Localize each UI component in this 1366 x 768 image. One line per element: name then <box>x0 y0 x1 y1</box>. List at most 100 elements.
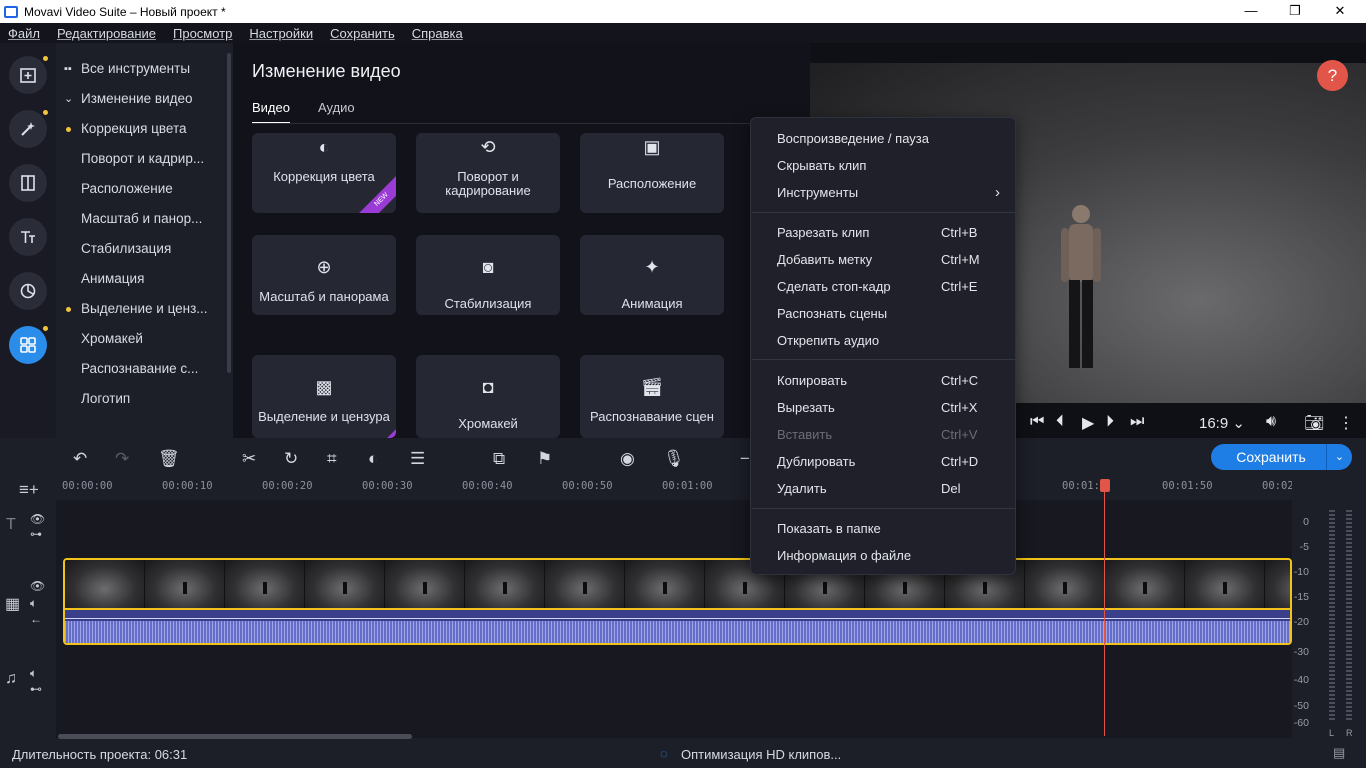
category-position[interactable]: Расположение <box>56 174 233 204</box>
menu-file[interactable]: Файл <box>8 26 40 41</box>
crop-icon[interactable]: ⌗ <box>327 449 337 469</box>
delete-icon[interactable]: 🗑︎ <box>158 449 180 469</box>
mute-speaker-icon[interactable]: 🔈︎ <box>30 596 37 611</box>
tile-stabilization[interactable]: ◙ Стабилизация <box>416 235 560 315</box>
titles-button[interactable] <box>9 218 47 256</box>
close-button[interactable]: ✕ <box>1317 0 1363 23</box>
menu-item-delete[interactable]: Удалить Del <box>777 481 1007 501</box>
playhead[interactable] <box>1104 486 1105 736</box>
tile-chromakey[interactable]: ◘ Хромакей <box>416 355 560 438</box>
tile-scene-detection[interactable]: 🎬︎ Распознавание сцен <box>580 355 724 438</box>
category-color-correction[interactable]: Коррекция цвета <box>56 114 233 144</box>
category-highlight-censor[interactable]: Выделение и ценз... <box>56 294 233 324</box>
unlink-icon[interactable]: ⊷ <box>30 682 42 696</box>
category-zoom-pan[interactable]: Масштаб и панор... <box>56 204 233 234</box>
category-stabilization[interactable]: Стабилизация <box>56 234 233 264</box>
menu-item-freeze-frame[interactable]: Сделать стоп-кадр Ctrl+E <box>777 279 1007 299</box>
menu-help[interactable]: Справка <box>412 26 463 41</box>
context-menu: Воспроизведение / пауза Скрывать клип Ин… <box>750 117 1016 575</box>
category-all-tools[interactable]: ▪▪ Все инструменты <box>56 54 233 84</box>
go-to-end-icon[interactable]: ⏭ <box>1130 413 1144 431</box>
effects-notification-dot <box>43 110 48 115</box>
aspect-ratio-select[interactable]: 16:9 ⌄ <box>1199 414 1245 432</box>
volume-icon[interactable]: 🔊︎ <box>1266 413 1276 431</box>
menu-item-hide-clip[interactable]: Скрывать клип <box>777 158 1007 178</box>
stickers-button[interactable] <box>9 272 47 310</box>
category-rotate-crop[interactable]: Поворот и кадрир... <box>56 144 233 174</box>
timeline-horizontal-scrollbar[interactable] <box>58 734 412 739</box>
tab-video[interactable]: Видео <box>252 100 290 124</box>
tile-zoom-pan[interactable]: ⊕ Масштаб и панорама <box>252 235 396 315</box>
color-adjust-icon[interactable]: ◐ <box>368 449 378 469</box>
menu-item-split-clip[interactable]: Разрезать клип Ctrl+B <box>777 225 1007 245</box>
menu-item-cut[interactable]: Вырезать Ctrl+X <box>777 400 1007 420</box>
volume-line[interactable] <box>65 618 1290 619</box>
transitions-button[interactable] <box>9 164 47 202</box>
person-figure <box>1061 205 1101 368</box>
mute-speaker-icon[interactable]: 🔈︎ <box>30 666 37 681</box>
snapshot-icon[interactable]: 📷︎ <box>1304 413 1324 433</box>
zoom-out-icon[interactable]: − <box>740 449 750 469</box>
menu-edit[interactable]: Редактирование <box>57 26 156 41</box>
save-options-chevron-icon[interactable]: ⌄ <box>1326 444 1352 470</box>
playhead-handle[interactable] <box>1100 479 1110 492</box>
play-icon[interactable]: ▶ <box>1082 413 1094 433</box>
menu-item-show-in-folder[interactable]: Показать в папке <box>777 521 1007 541</box>
go-to-start-icon[interactable]: ⏮ <box>1030 413 1044 431</box>
menu-item-duplicate[interactable]: Дублировать Ctrl+D <box>777 454 1007 474</box>
microphone-icon[interactable]: 🎙︎ <box>663 449 685 469</box>
cut-icon[interactable]: ✂ <box>242 449 256 469</box>
clip-properties-icon[interactable]: ☰ <box>410 449 425 469</box>
menu-item-tools[interactable]: Инструменты › <box>777 184 1007 205</box>
rotate-icon[interactable]: ↻ <box>284 449 298 469</box>
tile-color-correction[interactable]: ◐ Коррекция цвета NEW <box>252 133 396 213</box>
undo-icon[interactable]: ↶ <box>73 449 87 469</box>
menu-view[interactable]: Просмотр <box>173 26 232 41</box>
menu-item-copy[interactable]: Копировать Ctrl+C <box>777 373 1007 393</box>
menu-settings[interactable]: Настройки <box>249 26 313 41</box>
menu-item-detect-scenes[interactable]: Распознать сцены <box>777 306 1007 326</box>
status-bar: Длительность проекта: 06:31 ◌ Оптимизаци… <box>0 742 1366 768</box>
visibility-eye-icon[interactable]: 👁︎ <box>30 579 45 593</box>
menu-save[interactable]: Сохранить <box>330 26 395 41</box>
arrow-left-icon[interactable]: ← <box>30 612 42 626</box>
link-icon[interactable]: ⊶ <box>30 527 42 541</box>
marker-flag-icon[interactable]: ⚑ <box>537 449 552 469</box>
category-chromakey[interactable]: Хромакей <box>56 324 233 354</box>
minimize-button[interactable]: — <box>1228 0 1274 23</box>
transition-wizard-icon[interactable]: ⧉ <box>493 449 505 469</box>
tab-audio[interactable]: Аудио <box>318 100 355 124</box>
video-clip[interactable] <box>63 558 1292 645</box>
menu-item-add-marker[interactable]: Добавить метку Ctrl+M <box>777 252 1007 272</box>
category-logo[interactable]: Логотип <box>56 384 233 414</box>
menu-item-file-info[interactable]: Информация о файле <box>777 548 1007 568</box>
add-track-icon[interactable]: ≡+ <box>19 480 39 500</box>
tile-animation[interactable]: ✦ Анимация <box>580 235 724 315</box>
effects-button[interactable] <box>9 110 47 148</box>
tile-rotate-crop[interactable]: ⟲ Поворот и кадрирование <box>416 133 560 213</box>
more-tools-button[interactable] <box>9 326 47 364</box>
tile-highlight-censor[interactable]: ▩ Выделение и цензура <box>252 355 396 438</box>
video-track-icon: ▦ <box>5 596 21 613</box>
import-button[interactable] <box>9 56 47 94</box>
visibility-eye-icon[interactable]: 👁︎ <box>30 512 45 526</box>
category-animation[interactable]: Анимация <box>56 264 233 294</box>
grid-icon: ▪▪ <box>64 63 72 75</box>
previous-frame-icon[interactable]: ⏴ <box>1056 413 1064 431</box>
record-screen-icon[interactable]: ◉ <box>620 449 635 469</box>
tile-position[interactable]: ▣ Расположение <box>580 133 724 213</box>
save-button[interactable]: Сохранить ⌄ <box>1211 444 1352 470</box>
menu-item-play-pause[interactable]: Воспроизведение / пауза <box>777 131 1007 151</box>
next-frame-icon[interactable]: ⏵ <box>1106 413 1114 431</box>
category-scene-detection[interactable]: Распознавание с... <box>56 354 233 384</box>
thumbnail <box>225 560 305 608</box>
category-scrollbar[interactable] <box>227 53 231 373</box>
help-button[interactable]: ? <box>1317 60 1348 91</box>
more-options-icon[interactable]: ⋮ <box>1338 413 1354 433</box>
ruler-label: 00:01:50 <box>1162 480 1213 492</box>
spinner-icon: ◌ <box>660 746 668 761</box>
category-video-editing[interactable]: ⌄ Изменение видео <box>56 84 233 114</box>
menu-item-detach-audio[interactable]: Открепить аудио <box>777 333 1007 353</box>
maximize-button[interactable]: ❐ <box>1272 0 1318 23</box>
resize-grip-icon[interactable]: ▤ <box>1333 745 1345 761</box>
